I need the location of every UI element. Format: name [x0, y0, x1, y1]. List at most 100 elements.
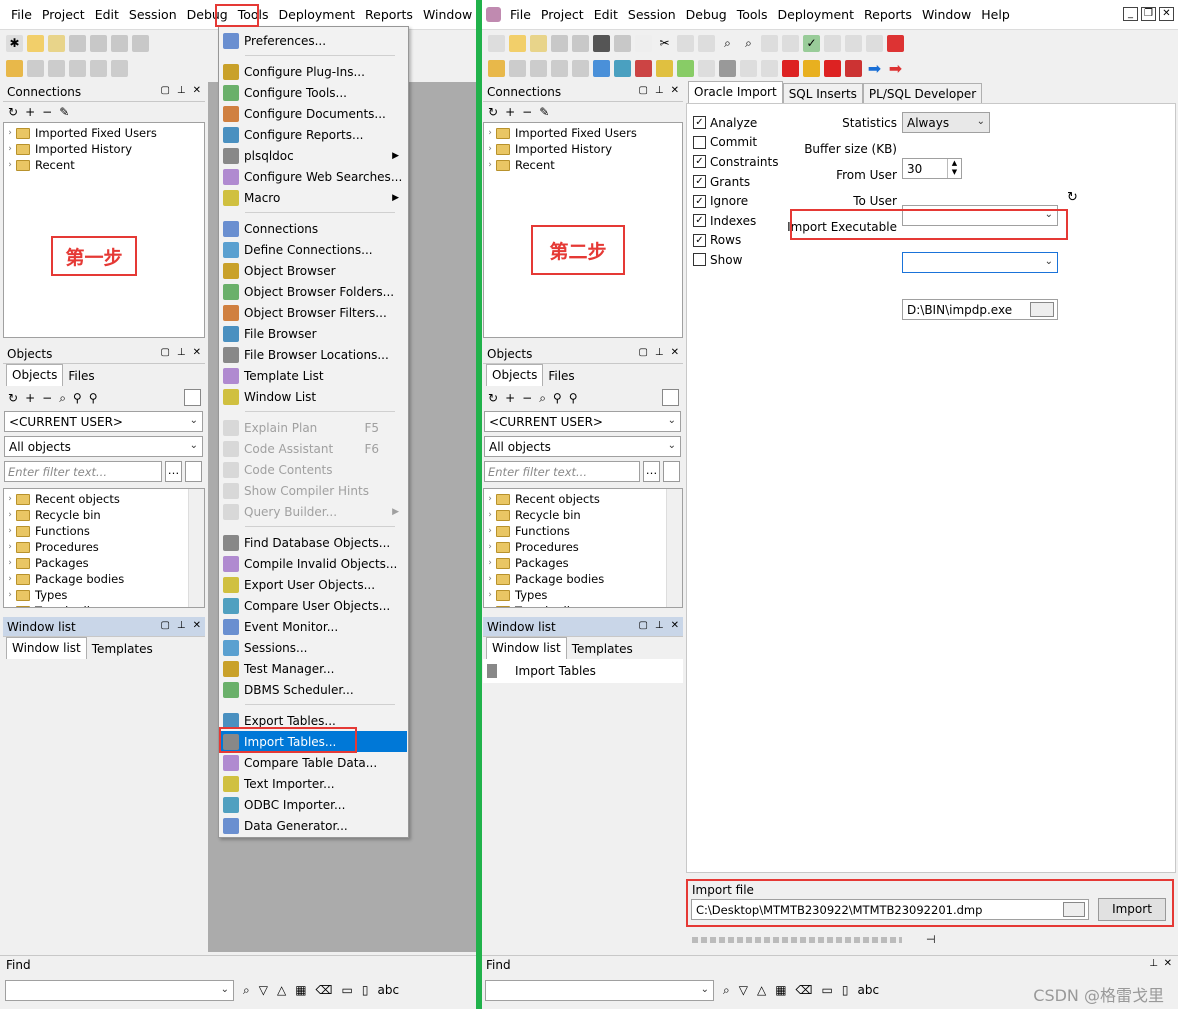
more-button[interactable]: … — [165, 461, 182, 482]
save-all-icon[interactable] — [572, 34, 589, 52]
edit-icon[interactable]: ✎ — [59, 105, 69, 119]
panel-buttons[interactable]: ▢ ⊥ ✕ — [638, 620, 679, 631]
tab-templates[interactable]: Templates — [87, 639, 158, 659]
refresh-icon[interactable]: ↻ — [1067, 190, 1078, 205]
tools-menu-item[interactable]: Window List — [219, 386, 407, 407]
chevron-right-icon[interactable]: › — [484, 141, 496, 157]
tab-objects[interactable]: Objects — [6, 364, 64, 386]
checkbox-empty-icon[interactable] — [693, 253, 706, 267]
tree-item[interactable]: › Packages — [484, 555, 682, 571]
menu-deployment[interactable]: Deployment — [274, 6, 360, 24]
current-user-combo[interactable]: <CURRENT USER> ⌄ — [484, 411, 681, 432]
highlight-icon[interactable]: ▦ — [295, 983, 306, 998]
minimize-icon[interactable]: _ — [1123, 7, 1138, 21]
tools-menu-item[interactable]: File Browser — [219, 323, 407, 344]
option-checkbox[interactable]: Show — [693, 250, 778, 270]
sql-icon[interactable] — [111, 59, 128, 77]
tree-item[interactable]: › Imported History — [4, 141, 204, 157]
chevron-right-icon[interactable]: › — [4, 555, 16, 571]
option-checkbox[interactable]: Commit — [693, 133, 778, 153]
folder-open-icon[interactable] — [1030, 302, 1054, 317]
close-doc-icon[interactable] — [593, 34, 610, 52]
report-icon[interactable] — [677, 59, 694, 77]
tools-menu-item[interactable]: Object Browser Filters... — [219, 302, 407, 323]
tools-menu-item[interactable]: Define Connections... — [219, 239, 407, 260]
checkbox-checked-icon[interactable]: ✓ — [693, 194, 706, 208]
spinner-icon[interactable]: ▲ ▼ — [947, 159, 961, 178]
tools-menu-item[interactable]: Sessions... — [219, 637, 407, 658]
option-checkbox[interactable]: ✓ Ignore — [693, 191, 778, 211]
windowlist-item[interactable]: Import Tables — [483, 659, 683, 683]
eraser-icon[interactable]: ⌫ — [316, 983, 333, 998]
find-combo[interactable]: ⌄ — [5, 980, 234, 1001]
new-icon[interactable]: ✱ — [6, 34, 23, 52]
tools-menu-item[interactable]: Configure Reports... — [219, 124, 407, 145]
menu-project[interactable]: Project — [37, 6, 90, 24]
tools-menu-item[interactable]: Configure Web Searches... — [219, 166, 407, 187]
tree-item[interactable]: › Recent — [484, 157, 682, 173]
edit-icon[interactable] — [698, 59, 715, 77]
object-checkbox[interactable] — [662, 389, 679, 406]
tools-menu-item[interactable]: Event Monitor... — [219, 616, 407, 637]
menu-edit[interactable]: Edit — [90, 6, 124, 24]
arrow-right-blue-icon[interactable]: ➡ — [866, 60, 883, 77]
filter2-icon[interactable]: ⚲ — [569, 391, 578, 405]
print-doc-icon[interactable] — [132, 34, 149, 52]
db2-icon[interactable] — [572, 59, 589, 77]
chevron-right-icon[interactable]: › — [4, 539, 16, 555]
cube-red2-icon[interactable] — [824, 59, 841, 77]
all-objects-combo[interactable]: All objects ⌄ — [4, 436, 203, 457]
remove-icon[interactable]: − — [42, 391, 52, 405]
close-icon[interactable]: ✕ — [1164, 958, 1172, 969]
gear-icon[interactable] — [509, 59, 526, 77]
menu-debug[interactable]: Debug — [681, 6, 732, 24]
wand-icon[interactable] — [530, 59, 547, 77]
tools-menu-item[interactable]: ODBC Importer... — [219, 794, 407, 815]
binoculars-icon[interactable]: ⌕ — [243, 983, 250, 998]
menu-help[interactable]: Help — [976, 6, 1015, 24]
more-button[interactable]: … — [643, 461, 660, 482]
menu-session[interactable]: Session — [124, 6, 182, 24]
scrollbar[interactable] — [188, 489, 204, 607]
checkbox-checked-icon[interactable]: ✓ — [693, 233, 706, 247]
print-doc-icon[interactable] — [614, 34, 631, 52]
pin-icon[interactable]: ⊥ — [1149, 958, 1158, 969]
db2-icon[interactable] — [90, 59, 107, 77]
option-checkbox[interactable]: ✓ Constraints — [693, 152, 778, 172]
option-checkbox[interactable]: ✓ Rows — [693, 231, 778, 251]
tab-files[interactable]: Files — [543, 366, 579, 386]
tools-menu-item[interactable]: Text Importer... — [219, 773, 407, 794]
find-next-icon[interactable]: ▽ — [739, 983, 748, 998]
filter-icon[interactable]: ⚲ — [553, 391, 562, 405]
nav-fwd-icon[interactable] — [782, 34, 799, 52]
find-icon[interactable]: ⌕ — [719, 35, 736, 52]
menu-tools[interactable]: Tools — [732, 6, 773, 24]
checkbox-checked-icon[interactable]: ✓ — [693, 214, 706, 228]
add-icon[interactable]: + — [25, 391, 35, 405]
option-checkbox[interactable]: ✓ Grants — [693, 172, 778, 192]
menu-edit[interactable]: Edit — [589, 6, 623, 24]
checkbox-checked-icon[interactable]: ✓ — [693, 155, 706, 169]
remove-icon[interactable]: − — [42, 105, 52, 119]
replace-icon[interactable]: ⌕ — [740, 35, 757, 52]
check-icon[interactable]: ✓ — [803, 34, 820, 52]
puzzle-icon[interactable] — [656, 59, 673, 77]
abc-icon[interactable]: abc — [377, 983, 399, 998]
chevron-right-icon[interactable]: › — [484, 523, 496, 539]
chevron-right-icon[interactable]: › — [484, 603, 496, 607]
tools-menu-item[interactable]: Configure Plug-Ins... — [219, 61, 407, 82]
find-doc-icon[interactable]: ▯ — [362, 983, 369, 998]
tree-item[interactable]: › Procedures — [4, 539, 204, 555]
tools-menu-item[interactable]: Compile Invalid Objects... — [219, 553, 407, 574]
tree-item[interactable]: › Recent — [4, 157, 204, 173]
chevron-right-icon[interactable]: › — [4, 507, 16, 523]
menu-deployment[interactable]: Deployment — [773, 6, 859, 24]
import-executable-input[interactable]: D:\BIN\impdp.exe — [902, 299, 1058, 320]
tree-item[interactable]: › Recent objects — [484, 491, 682, 507]
brush-icon[interactable] — [845, 59, 862, 77]
abc-icon[interactable]: abc — [857, 983, 879, 998]
find-window-icon[interactable]: ▭ — [822, 983, 833, 998]
save-icon[interactable] — [69, 34, 86, 52]
tree-item[interactable]: › Recycle bin — [484, 507, 682, 523]
eraser-icon[interactable] — [740, 59, 757, 77]
